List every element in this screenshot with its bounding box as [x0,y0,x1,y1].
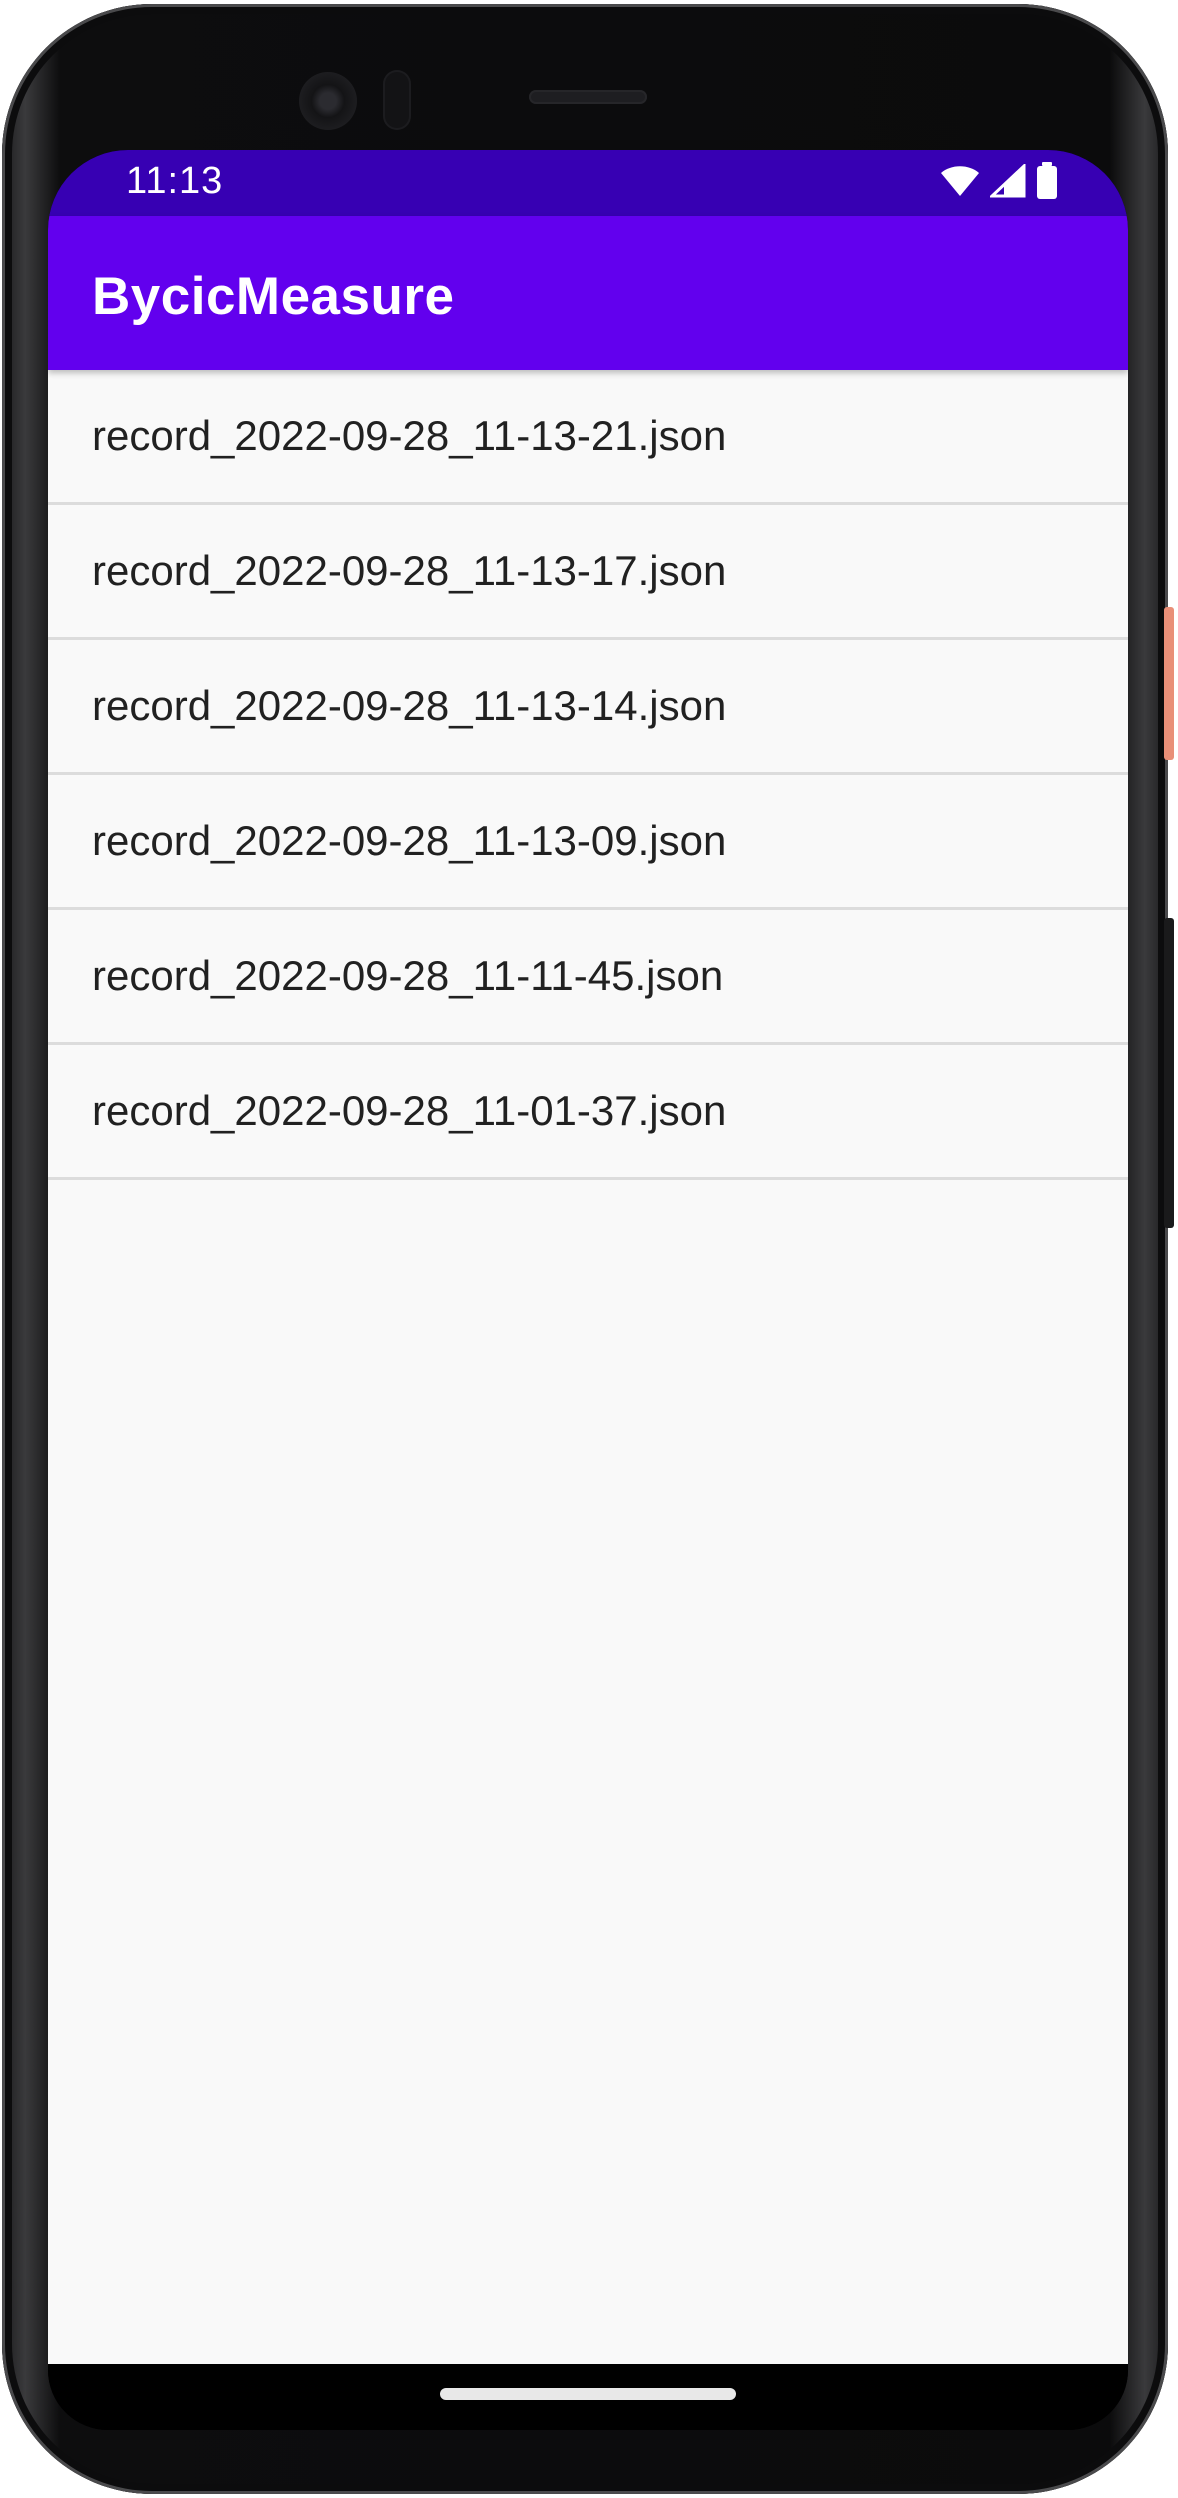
cell-signal-icon [988,162,1026,203]
volume-button [1164,918,1174,1228]
app-title: BycicMeasure [92,267,455,326]
list-item[interactable]: record_2022-09-28_11-01-37.json [48,1045,1128,1180]
file-name: record_2022-09-28_11-13-17.json [92,547,727,594]
file-list-container: record_2022-09-28_11-13-21.json record_2… [48,370,1128,2364]
status-icons [940,162,1058,205]
list-item[interactable]: record_2022-09-28_11-13-14.json [48,640,1128,775]
status-time: 11:13 [126,160,224,202]
battery-icon [1036,162,1058,205]
status-bar: 11:13 [48,150,1128,216]
file-name: record_2022-09-28_11-01-37.json [92,1087,727,1134]
home-gesture-handle[interactable] [440,2388,736,2400]
file-name: record_2022-09-28_11-11-45.json [92,952,724,999]
list-item[interactable]: record_2022-09-28_11-13-09.json [48,775,1128,910]
phone-frame: 11:13 BycicMeasure record_2022-09-28_11-… [2,4,1168,2494]
front-camera [299,72,357,130]
screen: 11:13 BycicMeasure record_2022-09-28_11-… [48,150,1128,2430]
navigation-bar [48,2364,1128,2430]
file-name: record_2022-09-28_11-13-21.json [92,412,727,459]
list-item[interactable]: record_2022-09-28_11-13-17.json [48,505,1128,640]
app-bar: BycicMeasure [48,216,1128,370]
list-item[interactable]: record_2022-09-28_11-13-21.json [48,370,1128,505]
earpiece-speaker [529,90,647,104]
proximity-sensor [383,70,411,130]
file-name: record_2022-09-28_11-13-14.json [92,682,727,729]
list-item[interactable]: record_2022-09-28_11-11-45.json [48,910,1128,1045]
wifi-icon [940,164,980,203]
file-name: record_2022-09-28_11-13-09.json [92,817,727,864]
file-list: record_2022-09-28_11-13-21.json record_2… [48,370,1128,1180]
power-button [1164,607,1174,760]
